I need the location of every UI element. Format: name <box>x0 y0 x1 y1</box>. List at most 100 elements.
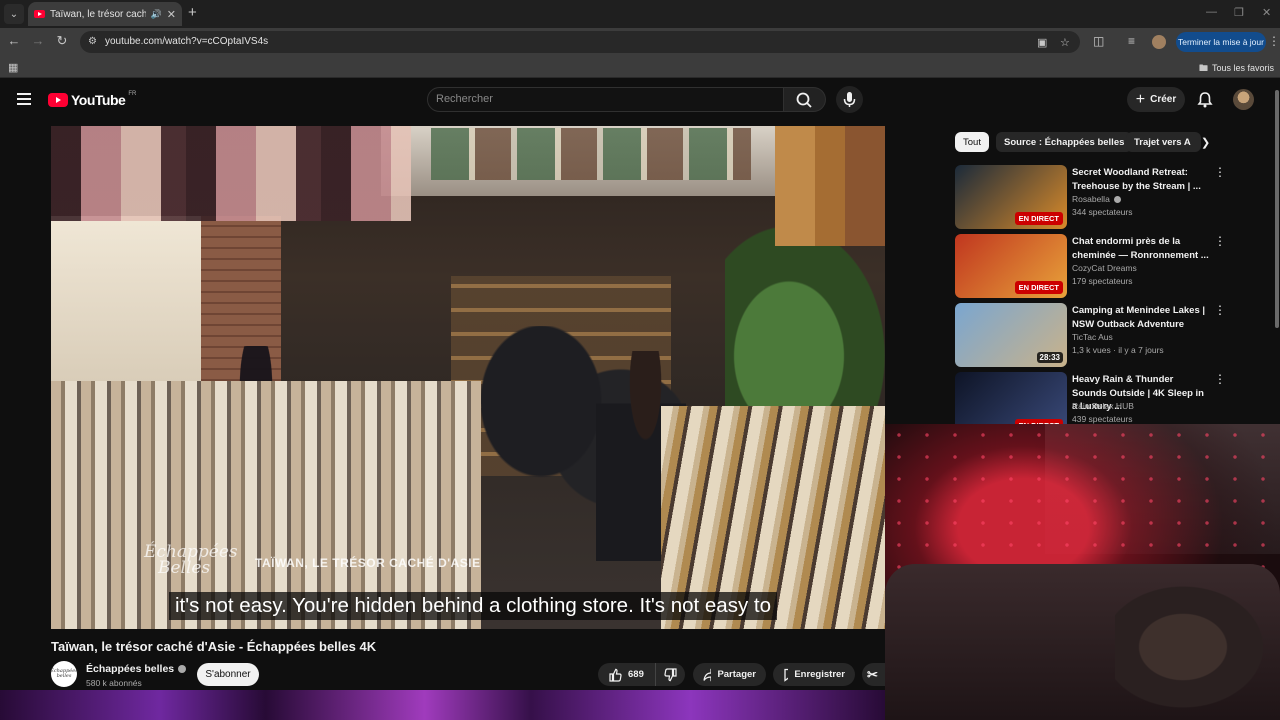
search-input[interactable] <box>436 93 766 105</box>
recommendation-meta: 1,3 k vues · il y a 7 jours <box>1072 345 1164 355</box>
more-options-icon[interactable]: ⋮ <box>1214 166 1226 178</box>
chips-next-chevron-icon[interactable]: ❯ <box>1201 136 1210 149</box>
channel-name[interactable]: Échappées belles <box>86 663 174 675</box>
voice-search-button[interactable] <box>836 86 863 113</box>
screen: ⌄ Taïwan, le trésor caché d'Asie 🔊 ✕ + —… <box>0 0 1280 720</box>
search-icon <box>796 92 812 108</box>
browser-toolbar: ← → ↻ ⚙ youtube.com/watch?v=cCOptaIVS4s … <box>0 28 1280 56</box>
bookmark-save-icon <box>784 668 789 682</box>
bookmark-star-icon[interactable]: ☆ <box>1060 36 1070 49</box>
address-url[interactable]: youtube.com/watch?v=cCOptaIVS4s <box>105 36 268 47</box>
tab-title: Taïwan, le trésor caché d'Asie <box>50 8 146 20</box>
search-box <box>427 87 784 112</box>
recommendation-channel[interactable]: CozyCat Dreams <box>1072 263 1137 273</box>
address-bar[interactable]: ⚙ youtube.com/watch?v=cCOptaIVS4s ▣ ☆ <box>80 31 1080 53</box>
recommendation-channel-name: Rosabella <box>1072 194 1110 204</box>
folder-icon: 🖿 <box>1198 63 1208 73</box>
like-button[interactable]: 689 <box>598 663 655 686</box>
youtube-play-logo-icon <box>48 93 68 107</box>
dislike-button[interactable] <box>655 663 685 686</box>
user-avatar[interactable] <box>1233 89 1254 110</box>
recommendation-item[interactable]: 28:33 Camping at Menindee Lakes | NSW Ou… <box>955 303 1255 367</box>
browser-menu-icon[interactable]: ⋮ <box>1268 34 1280 48</box>
thumbs-up-icon <box>609 668 622 682</box>
recommendation-meta: 439 spectateurs <box>1072 414 1133 424</box>
update-button[interactable]: Terminer la mise à jour <box>1176 32 1266 52</box>
share-button[interactable]: Partager <box>693 663 766 686</box>
browser-profile-avatar[interactable] <box>1152 35 1166 49</box>
duration-badge: 28:33 <box>1036 352 1063 363</box>
reading-list-icon[interactable]: ≡ <box>1128 34 1135 48</box>
channel-name-row[interactable]: Échappées belles <box>86 663 187 675</box>
verified-check-icon <box>178 665 187 674</box>
recommendation-item[interactable]: EN DIRECT Chat endormi près de la chemin… <box>955 234 1255 298</box>
subscribe-button[interactable]: S'abonner <box>197 663 259 686</box>
minimize-icon[interactable]: — <box>1206 6 1217 18</box>
chip-trajet[interactable]: Trajet vers A <box>1126 132 1201 152</box>
apps-grid-icon[interactable]: ▦ <box>8 61 18 74</box>
share-label: Partager <box>717 669 756 680</box>
recommendation-item[interactable]: EN DIRECT Secret Woodland Retreat: Treeh… <box>955 165 1255 229</box>
channel-avatar[interactable]: Échappées belles <box>50 661 78 687</box>
more-options-icon[interactable]: ⋮ <box>1214 235 1226 247</box>
forward-arrow-icon[interactable]: → <box>29 33 47 48</box>
all-bookmarks-label: Tous les favoris <box>1211 63 1274 73</box>
more-options-icon[interactable]: ⋮ <box>1214 373 1226 385</box>
youtube-wordmark: YouTube <box>71 92 126 108</box>
save-button[interactable]: Enregistrer <box>773 663 855 686</box>
live-badge: EN DIRECT <box>1014 281 1063 294</box>
notifications-bell-icon[interactable] <box>1197 91 1213 113</box>
like-count: 689 <box>628 669 644 680</box>
save-label: Enregistrer <box>794 669 845 680</box>
recommendation-channel[interactable]: TicTac Aus <box>1072 332 1113 342</box>
chip-source[interactable]: Source : Échappées belles <box>996 132 1133 152</box>
verified-check-icon <box>1114 196 1122 204</box>
scissors-icon: ✂ <box>867 666 878 682</box>
youtube-favicon-icon <box>34 10 45 18</box>
new-tab-plus-icon[interactable]: + <box>188 4 197 22</box>
tab-search-chevron-icon[interactable]: ⌄ <box>4 4 24 24</box>
recommendation-channel[interactable]: Rain Relax HUB <box>1072 401 1134 411</box>
back-arrow-icon[interactable]: ← <box>5 33 23 48</box>
cast-install-icon[interactable]: ▣ <box>1037 36 1047 49</box>
live-badge: EN DIRECT <box>1014 212 1063 225</box>
recommendation-thumbnail[interactable]: 28:33 <box>955 303 1067 367</box>
country-code: FR <box>128 91 137 97</box>
browser-tab[interactable]: Taïwan, le trésor caché d'Asie 🔊 ✕ <box>28 2 182 26</box>
video-title: Taïwan, le trésor caché d'Asie - Échappé… <box>51 639 377 654</box>
chip-all[interactable]: Tout <box>955 132 989 152</box>
recommendation-thumbnail[interactable]: EN DIRECT <box>955 165 1067 229</box>
create-label: Créer <box>1150 94 1177 105</box>
webcam-overlay <box>885 424 1280 720</box>
plus-icon: + <box>1135 90 1146 108</box>
site-info-icon[interactable]: ⚙ <box>88 36 100 47</box>
search-button[interactable] <box>784 87 826 112</box>
thumbs-down-icon <box>664 667 677 681</box>
recommendation-title[interactable]: Secret Woodland Retreat: Treehouse by th… <box>1072 166 1210 193</box>
broadcaster-logo-line2: Belles <box>158 558 211 578</box>
more-options-icon[interactable]: ⋮ <box>1214 304 1226 316</box>
clip-button[interactable]: ✂ <box>862 663 885 686</box>
maximize-icon[interactable]: ❐ <box>1234 6 1244 19</box>
recommendation-title[interactable]: Camping at Menindee Lakes | NSW Outback … <box>1072 304 1210 331</box>
recommendation-channel[interactable]: Rosabella <box>1072 194 1122 204</box>
recommendation-thumbnail[interactable]: EN DIRECT <box>955 234 1067 298</box>
menu-hamburger-icon[interactable] <box>17 93 31 105</box>
bottom-ambient-glow <box>0 690 885 720</box>
recommendation-meta: 179 spectateurs <box>1072 276 1133 286</box>
subtitle-caption: it's not easy. You're hidden behind a cl… <box>169 592 778 620</box>
video-player[interactable]: Échappées Belles TAÏWAN, LE TRÉSOR CACHÉ … <box>51 126 885 629</box>
reload-icon[interactable]: ↻ <box>53 33 71 49</box>
page-scrollbar[interactable] <box>1275 90 1279 328</box>
broadcaster-logo: Échappées Belles <box>144 544 238 578</box>
create-button[interactable]: + Créer <box>1127 87 1185 112</box>
extensions-icon[interactable]: ◫ <box>1093 34 1104 48</box>
youtube-header: YouTube FR + Créer <box>0 80 1280 120</box>
audio-playing-icon[interactable]: 🔊 <box>151 9 162 20</box>
tab-close-icon[interactable]: ✕ <box>167 8 176 21</box>
all-bookmarks[interactable]: 🖿 Tous les favoris <box>1199 61 1274 77</box>
window-close-icon[interactable]: ✕ <box>1262 6 1271 19</box>
bookmarks-bar: ▦ 🖿 Tous les favoris <box>0 56 1280 78</box>
youtube-logo[interactable]: YouTube FR <box>48 91 137 108</box>
recommendation-title[interactable]: Chat endormi près de la cheminée — Ronro… <box>1072 235 1210 262</box>
